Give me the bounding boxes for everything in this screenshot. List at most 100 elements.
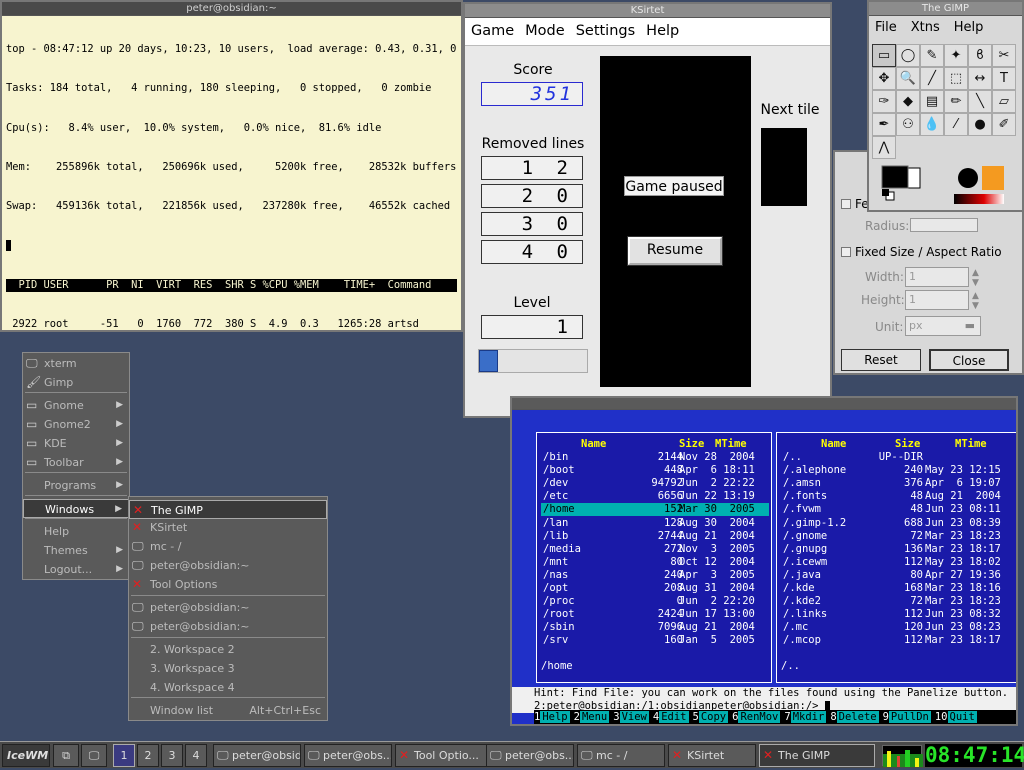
col-mtime[interactable]: MTime [715, 438, 747, 450]
fkey-9[interactable]: 9 PullDn [883, 710, 935, 724]
window-list-button[interactable]: ⧉ [53, 744, 79, 767]
height-spin-icon[interactable]: ▲ ▼ [972, 291, 979, 311]
menu-item[interactable]: Window list Alt+Ctrl+Esc [129, 701, 327, 720]
clock[interactable]: 08:47:14 [925, 744, 1024, 767]
file-row[interactable]: /bin 2144 Nov 28 2004 [541, 451, 769, 464]
gimp-tool-icon[interactable]: ◆ [896, 90, 920, 113]
workspace-button[interactable]: 2 [137, 744, 159, 767]
task-button[interactable]: 🖵 peter@obs... [486, 744, 574, 767]
color-swatches[interactable] [872, 162, 1018, 210]
file-row[interactable]: /.links 112 Jun 23 08:32 [781, 608, 1015, 621]
file-row[interactable]: /.kde 168 Mar 23 18:16 [781, 582, 1015, 595]
fkey-4[interactable]: 4 Edit [653, 710, 693, 724]
window-title[interactable]: KSirtet [465, 4, 830, 18]
file-row[interactable]: /etc 6656 Jun 22 13:19 [541, 490, 769, 503]
height-input[interactable]: 1 [905, 290, 969, 310]
gimp-tool-icon[interactable]: ● [968, 113, 992, 136]
file-row[interactable]: /srv 160 Jan 5 2005 [541, 634, 769, 647]
menu-item[interactable]: ✕ KSirtet [129, 518, 327, 537]
file-row[interactable]: /.mcop 112 Mar 23 18:17 [781, 634, 1015, 647]
menu-item[interactable]: 2. Workspace 2 [129, 640, 327, 659]
file-row[interactable]: /.alephone 240 May 23 12:15 [781, 464, 1015, 477]
task-button[interactable]: ✕ Tool Optio... [395, 744, 493, 767]
gimp-tool-icon[interactable]: ✒ [872, 113, 896, 136]
menu-item[interactable]: 🖵 peter@obsidian:~ [129, 617, 327, 636]
menu-item[interactable]: ✕ Tool Options [129, 575, 327, 594]
close-button[interactable]: Close [929, 349, 1009, 371]
width-spin-icon[interactable]: ▲ ▼ [972, 268, 979, 288]
gimp-tool-icon[interactable]: ✎ [920, 44, 944, 67]
menu-item[interactable]: Themes ▶ [23, 541, 129, 560]
menu-item[interactable]: 🖵 mc - / [129, 537, 327, 556]
fkey-5[interactable]: 5 Copy [693, 710, 733, 724]
gimp-tool-icon[interactable]: ⬚ [944, 67, 968, 90]
file-row[interactable]: /nas 240 Apr 3 2005 [541, 569, 769, 582]
menu-item[interactable]: 🖌 Gimp [23, 373, 129, 392]
radius-slider[interactable] [910, 218, 978, 232]
left-panel[interactable]: Name Size MTime /bin 2144 Nov 28 2004/boot… [536, 432, 772, 683]
task-button[interactable]: 🖵peter@obsidi... [213, 744, 301, 767]
menu-file[interactable]: File [875, 20, 897, 35]
menu-item[interactable]: 🖵 peter@obsidian:~ [129, 598, 327, 617]
menu-item[interactable]: 4. Workspace 4 [129, 678, 327, 697]
menu-game[interactable]: Game [465, 18, 519, 39]
col-name[interactable]: Name [581, 438, 606, 450]
menu-help[interactable]: Help [954, 20, 984, 35]
feather-option[interactable]: Fe [841, 197, 869, 211]
menu-settings[interactable]: Settings [570, 18, 640, 39]
fkey-3[interactable]: 3 View [613, 710, 653, 724]
workspace-button[interactable]: 1 [113, 744, 135, 767]
feather-checkbox[interactable] [841, 199, 851, 209]
menu-item[interactable]: ▭ KDE ▶ [23, 434, 129, 453]
task-button[interactable]: 🖵 mc - / [577, 744, 665, 767]
fkey-6[interactable]: 6 RenMov [732, 710, 784, 724]
gimp-tool-icon[interactable]: 💧 [920, 113, 944, 136]
file-row[interactable]: /opt 208 Aug 31 2004 [541, 582, 769, 595]
icewm-start-button[interactable]: IceWM [2, 744, 50, 767]
gimp-toolbox-window[interactable]: The GIMP File Xtns Help ▭ ◯ ✎ ✦ ϐ ✂ ✥ 🔍 ╱ ⬚ ↔ T ✑ ◆ ▤ ✏ ╲ ▱… [867, 0, 1024, 212]
gimp-tool-icon[interactable]: T [992, 67, 1016, 90]
file-row[interactable]: /.kde2 72 Mar 23 18:23 [781, 595, 1015, 608]
show-desktop-button[interactable]: 🖵 [81, 744, 107, 767]
menu-xtns[interactable]: Xtns [911, 20, 940, 35]
gimp-tool-icon[interactable]: 🔍 [896, 67, 920, 90]
gimp-tool-icon[interactable]: ✥ [872, 67, 896, 90]
right-panel[interactable]: Name Size MTime /.. UP--DIR/.alephone 240 M… [776, 432, 1016, 683]
file-row[interactable]: /.fonts 48 Aug 21 2004 [781, 490, 1015, 503]
fixed-size-option[interactable]: Fixed Size / Aspect Ratio [841, 245, 1002, 259]
gimp-tool-icon[interactable]: ✐ [992, 113, 1016, 136]
menu-item[interactable]: ▭ Toolbar ▶ [23, 453, 129, 472]
file-row[interactable]: /.java 80 Apr 27 19:36 [781, 569, 1015, 582]
gimp-tool-icon[interactable]: ╲ [968, 90, 992, 113]
unit-select[interactable]: px ▬ [905, 316, 981, 336]
fixed-size-checkbox[interactable] [841, 247, 851, 257]
fkey-10[interactable]: 10 Quit [935, 710, 981, 724]
window-title[interactable]: peter@obsidian:~ [2, 2, 461, 16]
file-row[interactable]: /lan 128 Aug 30 2004 [541, 517, 769, 530]
menu-mode[interactable]: Mode [519, 18, 570, 39]
menu-item[interactable]: 3. Workspace 3 [129, 659, 327, 678]
gimp-tool-icon[interactable]: ⁄ [944, 113, 968, 136]
fkey-8[interactable]: 8 Delete [830, 710, 882, 724]
cpu-monitor-applet[interactable] [882, 745, 923, 767]
gimp-tool-icon[interactable]: ✦ [944, 44, 968, 67]
workspace-button[interactable]: 4 [185, 744, 207, 767]
fkey-7[interactable]: 7 Mkdir [784, 710, 830, 724]
gimp-tool-icon[interactable]: ϐ [968, 44, 992, 67]
gimp-tool-icon[interactable]: ✂ [992, 44, 1016, 67]
col-mtime[interactable]: MTime [955, 438, 987, 450]
resume-button[interactable]: Resume [628, 237, 722, 265]
file-row[interactable]: /proc 0 Jun 2 22:20 [541, 595, 769, 608]
file-row[interactable]: /root 2424 Jun 17 13:00 [541, 608, 769, 621]
file-row[interactable]: /sbin 7096 Aug 21 2004 [541, 621, 769, 634]
menu-item[interactable]: Logout... ▶ [23, 560, 129, 579]
ksirtet-window[interactable]: KSirtet Game Mode Settings Help Score 351 R… [463, 2, 832, 418]
file-row[interactable]: /.icewm 112 May 23 18:02 [781, 556, 1015, 569]
top-terminal-window[interactable]: peter@obsidian:~ top - 08:47:12 up 20 da… [0, 0, 463, 332]
gimp-tool-icon[interactable]: ▱ [992, 90, 1016, 113]
file-row[interactable]: /dev 94792 Jun 2 22:22 [541, 477, 769, 490]
gimp-tool-icon[interactable]: ◯ [896, 44, 920, 67]
gimp-tool-icon[interactable]: ⋀ [872, 136, 896, 159]
file-row[interactable]: /media 272 Nov 3 2005 [541, 543, 769, 556]
menu-item[interactable]: 🖵 xterm [23, 354, 129, 373]
